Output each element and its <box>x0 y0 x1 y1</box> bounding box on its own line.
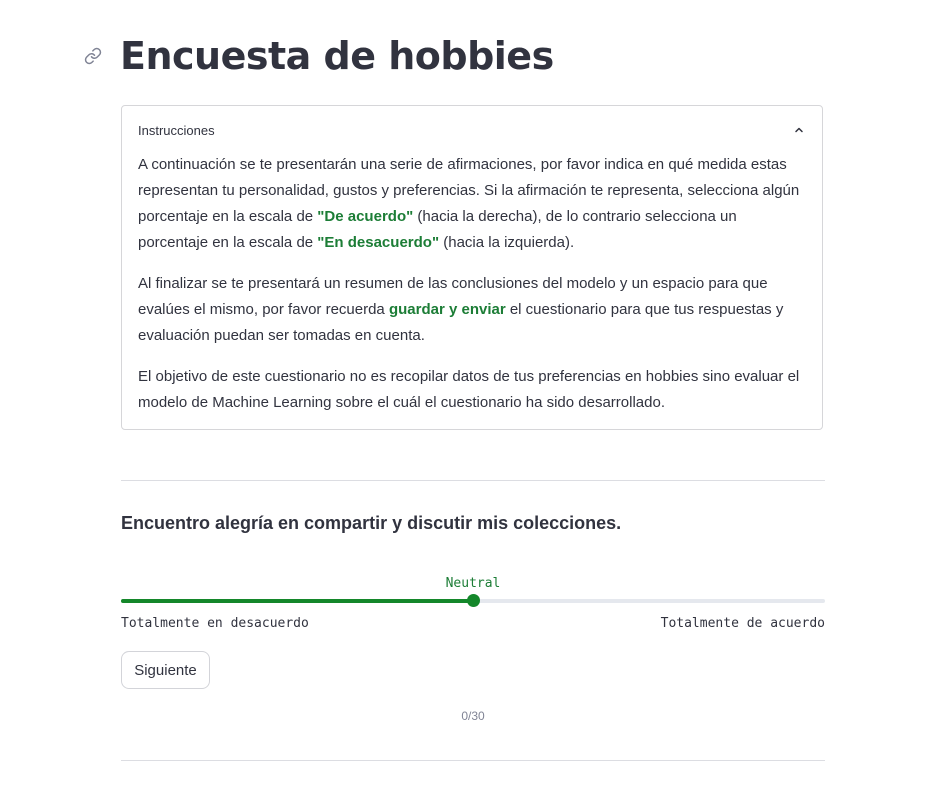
slider-max-label: Totalmente de acuerdo <box>660 616 825 631</box>
instructions-p1-highlight-disagree: "En desacuerdo" <box>317 234 440 251</box>
next-button[interactable]: Siguiente <box>121 651 210 689</box>
instructions-p1-highlight-agree: "De acuerdo" <box>317 208 414 225</box>
instructions-expander-header[interactable]: Instrucciones <box>138 120 806 140</box>
slider-min-label: Totalmente en desacuerdo <box>121 616 309 631</box>
slider-thumb[interactable] <box>466 594 480 607</box>
agreement-slider[interactable]: Neutral Totalmente en desacuerdo Totalme… <box>121 572 825 634</box>
instructions-paragraph-3: El objetivo de este cuestionario no es r… <box>138 368 800 411</box>
instructions-title: Instrucciones <box>138 122 215 138</box>
divider-bottom <box>121 760 825 761</box>
instructions-paragraph-2: Al finalizar se te presentará un resumen… <box>138 271 806 349</box>
instructions-p1-text-3: (hacia la izquierda). <box>439 234 575 251</box>
slider-track-fill <box>121 599 473 603</box>
chevron-up-icon <box>792 123 806 137</box>
link-icon[interactable] <box>82 45 104 67</box>
progress-counter: 0/30 <box>461 709 485 723</box>
instructions-paragraph-1: A continuación se te presentarán una ser… <box>138 152 806 256</box>
divider-top <box>121 480 825 481</box>
instructions-expander: Instrucciones A continuación se te prese… <box>121 105 823 430</box>
slider-current-value: Neutral <box>445 576 501 591</box>
instructions-p2-highlight-save: guardar y enviar <box>388 301 506 318</box>
question-text: Encuentro alegría en compartir y discuti… <box>121 513 622 533</box>
survey-page: Encuesta de hobbies Instrucciones A cont… <box>0 0 946 798</box>
instructions-body: A continuación se te presentarán una ser… <box>138 152 806 431</box>
page-title: Encuesta de hobbies <box>120 34 554 78</box>
title-row: Encuesta de hobbies <box>82 34 554 78</box>
